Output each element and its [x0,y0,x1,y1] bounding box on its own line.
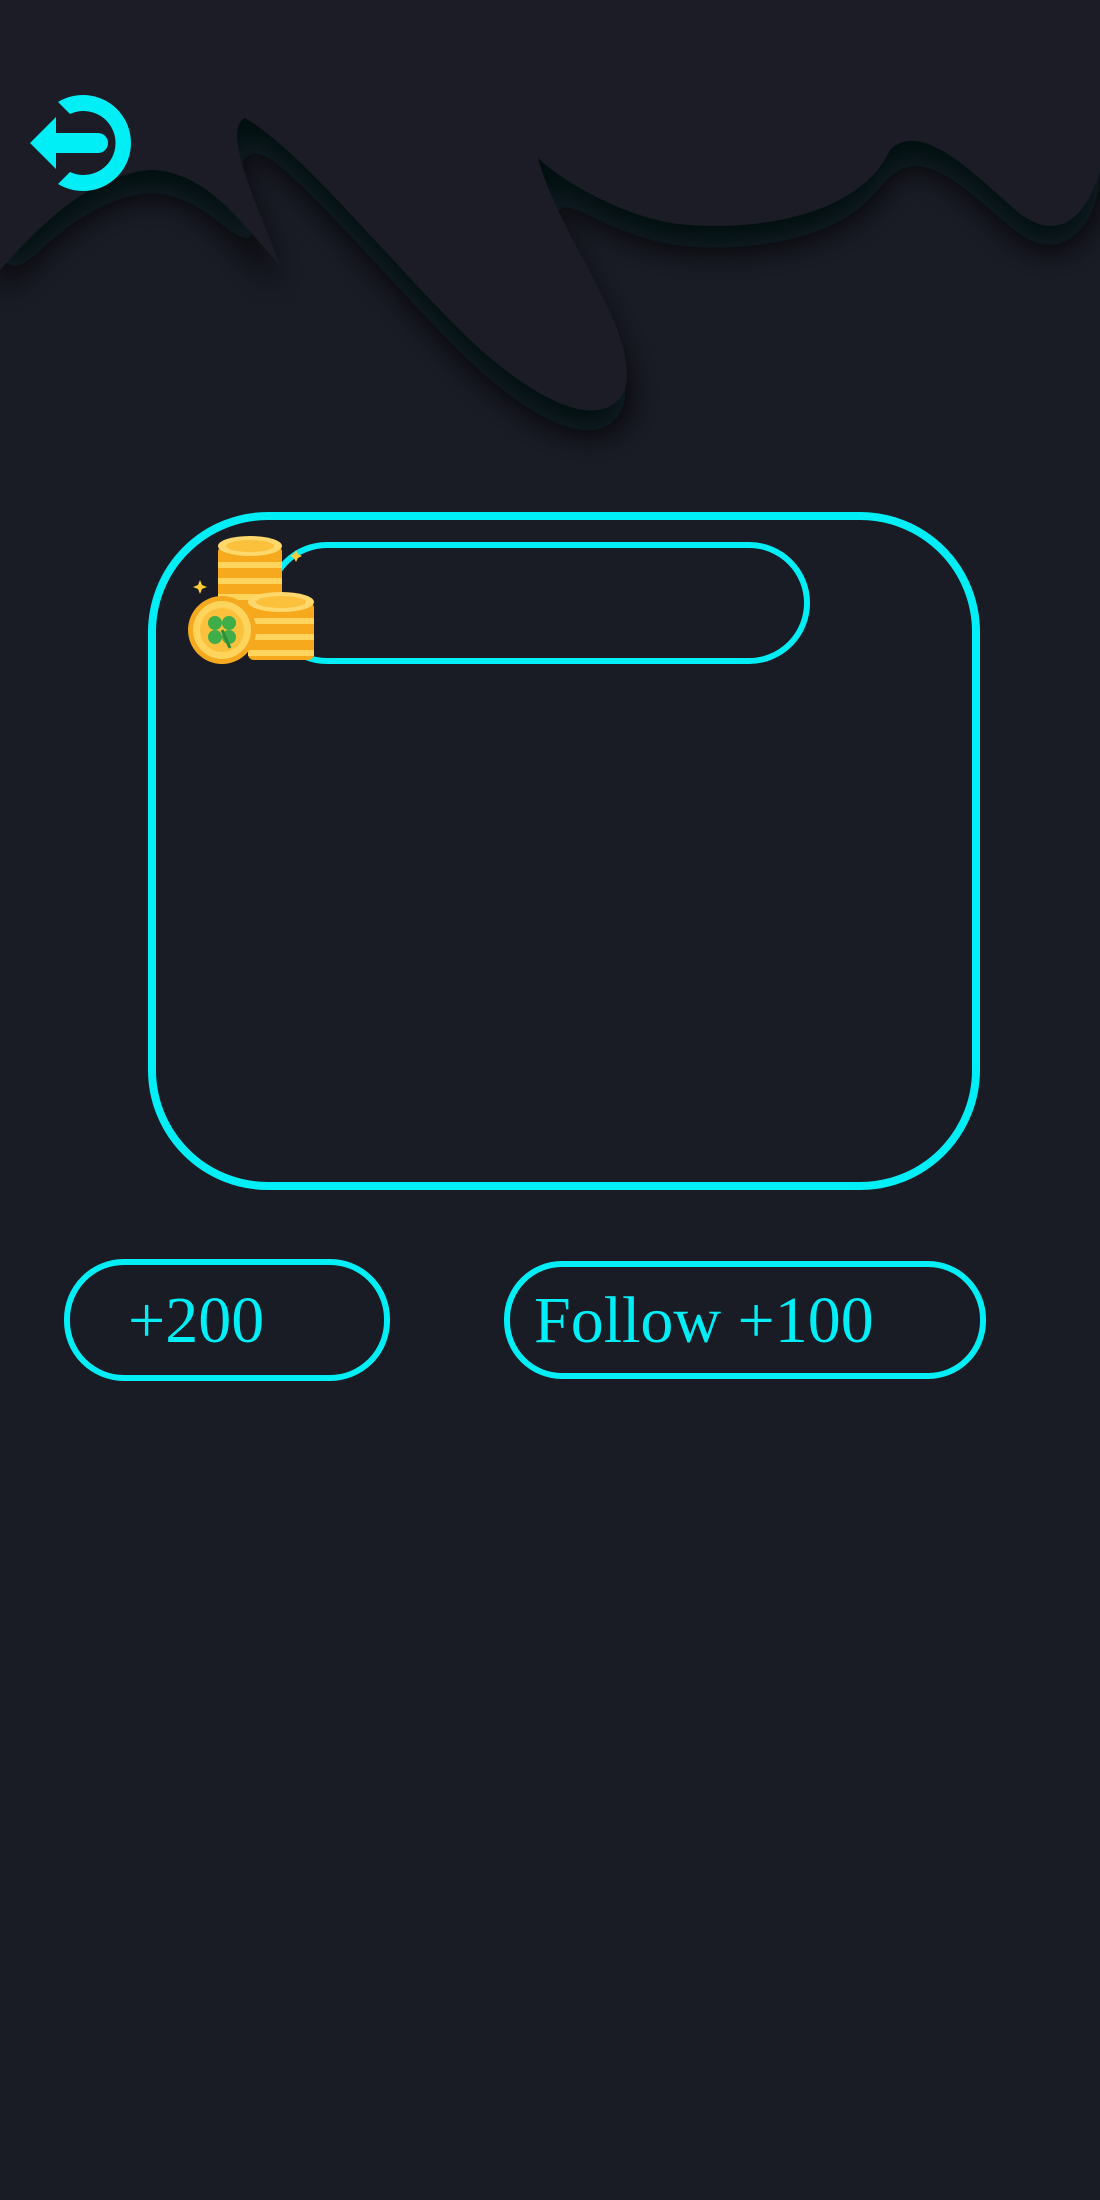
coin-balance-value [352,548,734,658]
back-button[interactable] [28,88,142,198]
logout-arrow-icon [30,95,131,191]
daily-reward-label: +200 [128,1284,265,1357]
coin-stack-icon [184,532,320,668]
follow-reward-button[interactable]: Follow +100 [504,1261,986,1379]
daily-reward-button[interactable]: +200 [64,1259,390,1381]
coin-balance-bar [266,542,810,664]
follow-reward-label: Follow +100 [534,1284,874,1357]
background-wave [0,0,1100,411]
